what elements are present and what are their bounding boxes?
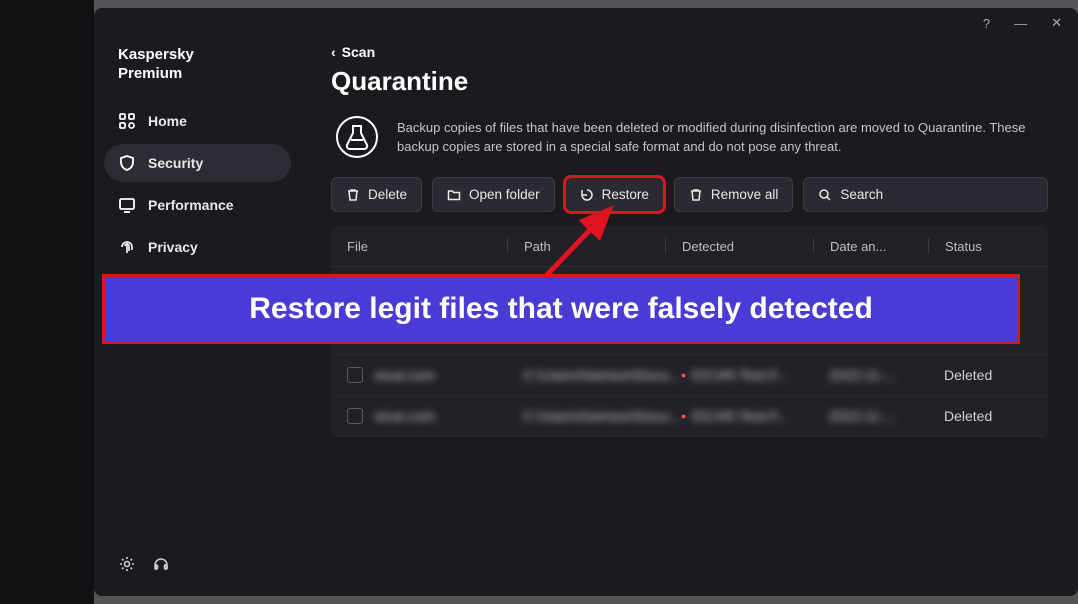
cell-path: C:\Users\Samson\Docu... bbox=[523, 408, 681, 424]
info-text: Backup copies of files that have been de… bbox=[397, 118, 1046, 157]
sidebar-item-label: Security bbox=[148, 155, 203, 171]
folder-icon bbox=[447, 188, 461, 202]
search-icon bbox=[818, 188, 832, 202]
btn-label: Open folder bbox=[469, 187, 540, 202]
row-checkbox[interactable] bbox=[347, 367, 363, 383]
minimize-button[interactable]: — bbox=[1014, 16, 1027, 31]
restore-button[interactable]: Restore bbox=[565, 177, 664, 212]
table-row[interactable]: eicar.com C:\Users\Samson\Docu... •EICAR… bbox=[331, 355, 1048, 396]
fingerprint-icon bbox=[118, 238, 136, 256]
cell-date: 2022-11-... bbox=[829, 408, 944, 424]
column-file[interactable]: File bbox=[347, 238, 507, 254]
btn-label: Remove all bbox=[711, 187, 779, 202]
headset-icon[interactable] bbox=[152, 555, 170, 578]
brand-line1: Kaspersky bbox=[118, 46, 277, 65]
column-path[interactable]: Path bbox=[507, 238, 665, 254]
cell-file: eicar.com bbox=[375, 367, 523, 383]
callout-text: Restore legit files that were falsely de… bbox=[249, 292, 873, 326]
cell-file: eicar.com bbox=[375, 408, 523, 424]
cell-detected: •EICAR-Test-F... bbox=[681, 367, 829, 383]
restore-icon bbox=[580, 188, 594, 202]
trash-icon bbox=[689, 188, 703, 202]
cell-detected: •EICAR-Test-F... bbox=[681, 408, 829, 424]
sidebar-item-security[interactable]: Security bbox=[104, 144, 291, 182]
sidebar-item-performance[interactable]: Performance bbox=[104, 186, 291, 224]
sidebar-item-label: Home bbox=[148, 113, 187, 129]
breadcrumb-back[interactable]: ‹ Scan bbox=[331, 44, 1048, 60]
delete-button[interactable]: Delete bbox=[331, 177, 422, 212]
sidebar-footer bbox=[104, 547, 291, 586]
brand-line2: Premium bbox=[118, 65, 277, 84]
btn-label: Restore bbox=[602, 187, 649, 202]
trash-icon bbox=[346, 188, 360, 202]
annotation-callout: Restore legit files that were falsely de… bbox=[102, 274, 1020, 344]
cell-date: 2022-11-... bbox=[829, 367, 944, 383]
sidebar-item-home[interactable]: Home bbox=[104, 102, 291, 140]
monitor-icon bbox=[118, 196, 136, 214]
btn-label: Delete bbox=[368, 187, 407, 202]
home-icon bbox=[118, 112, 136, 130]
settings-icon[interactable] bbox=[118, 555, 136, 578]
info-box: Backup copies of files that have been de… bbox=[331, 111, 1048, 177]
page-title: Quarantine bbox=[331, 66, 1048, 97]
quarantine-icon bbox=[335, 115, 379, 159]
search-button[interactable]: Search bbox=[803, 177, 1048, 212]
column-date[interactable]: Date an... bbox=[813, 238, 928, 254]
btn-label: Search bbox=[840, 187, 883, 202]
cell-status: Deleted bbox=[944, 408, 1032, 424]
open-folder-button[interactable]: Open folder bbox=[432, 177, 555, 212]
sidebar-item-privacy[interactable]: Privacy bbox=[104, 228, 291, 266]
shield-icon bbox=[118, 154, 136, 172]
cell-status: Deleted bbox=[944, 367, 1032, 383]
row-checkbox[interactable] bbox=[347, 408, 363, 424]
column-detected[interactable]: Detected bbox=[665, 238, 813, 254]
sidebar-item-label: Privacy bbox=[148, 239, 198, 255]
titlebar: ? — ✕ bbox=[94, 8, 1078, 38]
cell-path: C:\Users\Samson\Docu... bbox=[523, 367, 681, 383]
breadcrumb-label: Scan bbox=[342, 44, 375, 60]
remove-all-button[interactable]: Remove all bbox=[674, 177, 794, 212]
table-header: File Path Detected Date an... Status bbox=[331, 226, 1048, 267]
brand: Kaspersky Premium bbox=[104, 38, 291, 102]
close-button[interactable]: ✕ bbox=[1051, 15, 1062, 31]
help-icon[interactable]: ? bbox=[983, 16, 990, 31]
toolbar: Delete Open folder Restore Remove all Se… bbox=[331, 177, 1048, 212]
sidebar-item-label: Performance bbox=[148, 197, 234, 213]
column-status[interactable]: Status bbox=[928, 238, 1032, 254]
chevron-left-icon: ‹ bbox=[331, 44, 336, 60]
table-row[interactable]: eicar.com C:\Users\Samson\Docu... •EICAR… bbox=[331, 396, 1048, 437]
